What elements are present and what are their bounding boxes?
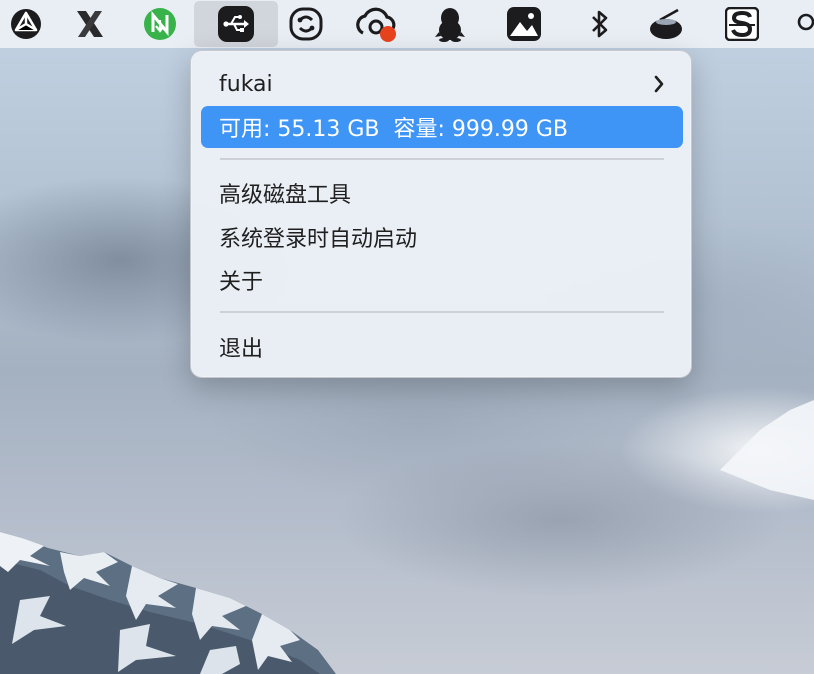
- menu-item-advanced-disk-tools[interactable]: 高级磁盘工具: [201, 172, 683, 214]
- menu-item-quit[interactable]: 退出: [201, 326, 683, 368]
- chevron-right-icon: [654, 75, 664, 93]
- menu-item-disk-capacity[interactable]: 可用: 55.13 GB 容量: 999.99 GB: [201, 106, 683, 148]
- menu-separator: [220, 311, 664, 313]
- s-app-icon[interactable]: [716, 0, 768, 48]
- usb-drive-icon[interactable]: [194, 1, 278, 47]
- menu-item-label: 退出: [219, 337, 264, 362]
- menu-item-label: 关于: [219, 270, 264, 295]
- menu-item-volume-fukai[interactable]: fukai: [201, 63, 683, 105]
- n-download-icon[interactable]: [134, 0, 186, 48]
- menu-item-label: fukai: [219, 71, 273, 97]
- usb-drive-dropdown-menu: fukai 可用: 55.13 GB 容量: 999.99 GB 高级磁盘工具 …: [190, 50, 692, 378]
- link-tool-icon[interactable]: [280, 0, 332, 48]
- search-icon[interactable]: [790, 0, 814, 48]
- image-viewer-icon[interactable]: [498, 0, 550, 48]
- menu-item-label: 高级磁盘工具: [219, 183, 352, 208]
- x-app-icon[interactable]: [64, 0, 116, 48]
- menu-item-label: 系统登录时自动启动: [219, 227, 418, 252]
- bluetooth-icon[interactable]: [574, 0, 626, 48]
- menu-item-about[interactable]: 关于: [201, 259, 683, 301]
- flying-saucer-icon[interactable]: [640, 0, 692, 48]
- triangle-logo-icon[interactable]: [0, 0, 52, 48]
- menu-separator: [220, 158, 664, 160]
- menu-item-label: 可用: 55.13 GB 容量: 999.99 GB: [219, 117, 569, 142]
- menu-item-launch-at-login[interactable]: 系统登录时自动启动: [201, 216, 683, 258]
- cloud-sync-icon[interactable]: [350, 0, 402, 48]
- qq-penguin-icon[interactable]: [424, 0, 476, 48]
- menu-bar: [0, 0, 814, 48]
